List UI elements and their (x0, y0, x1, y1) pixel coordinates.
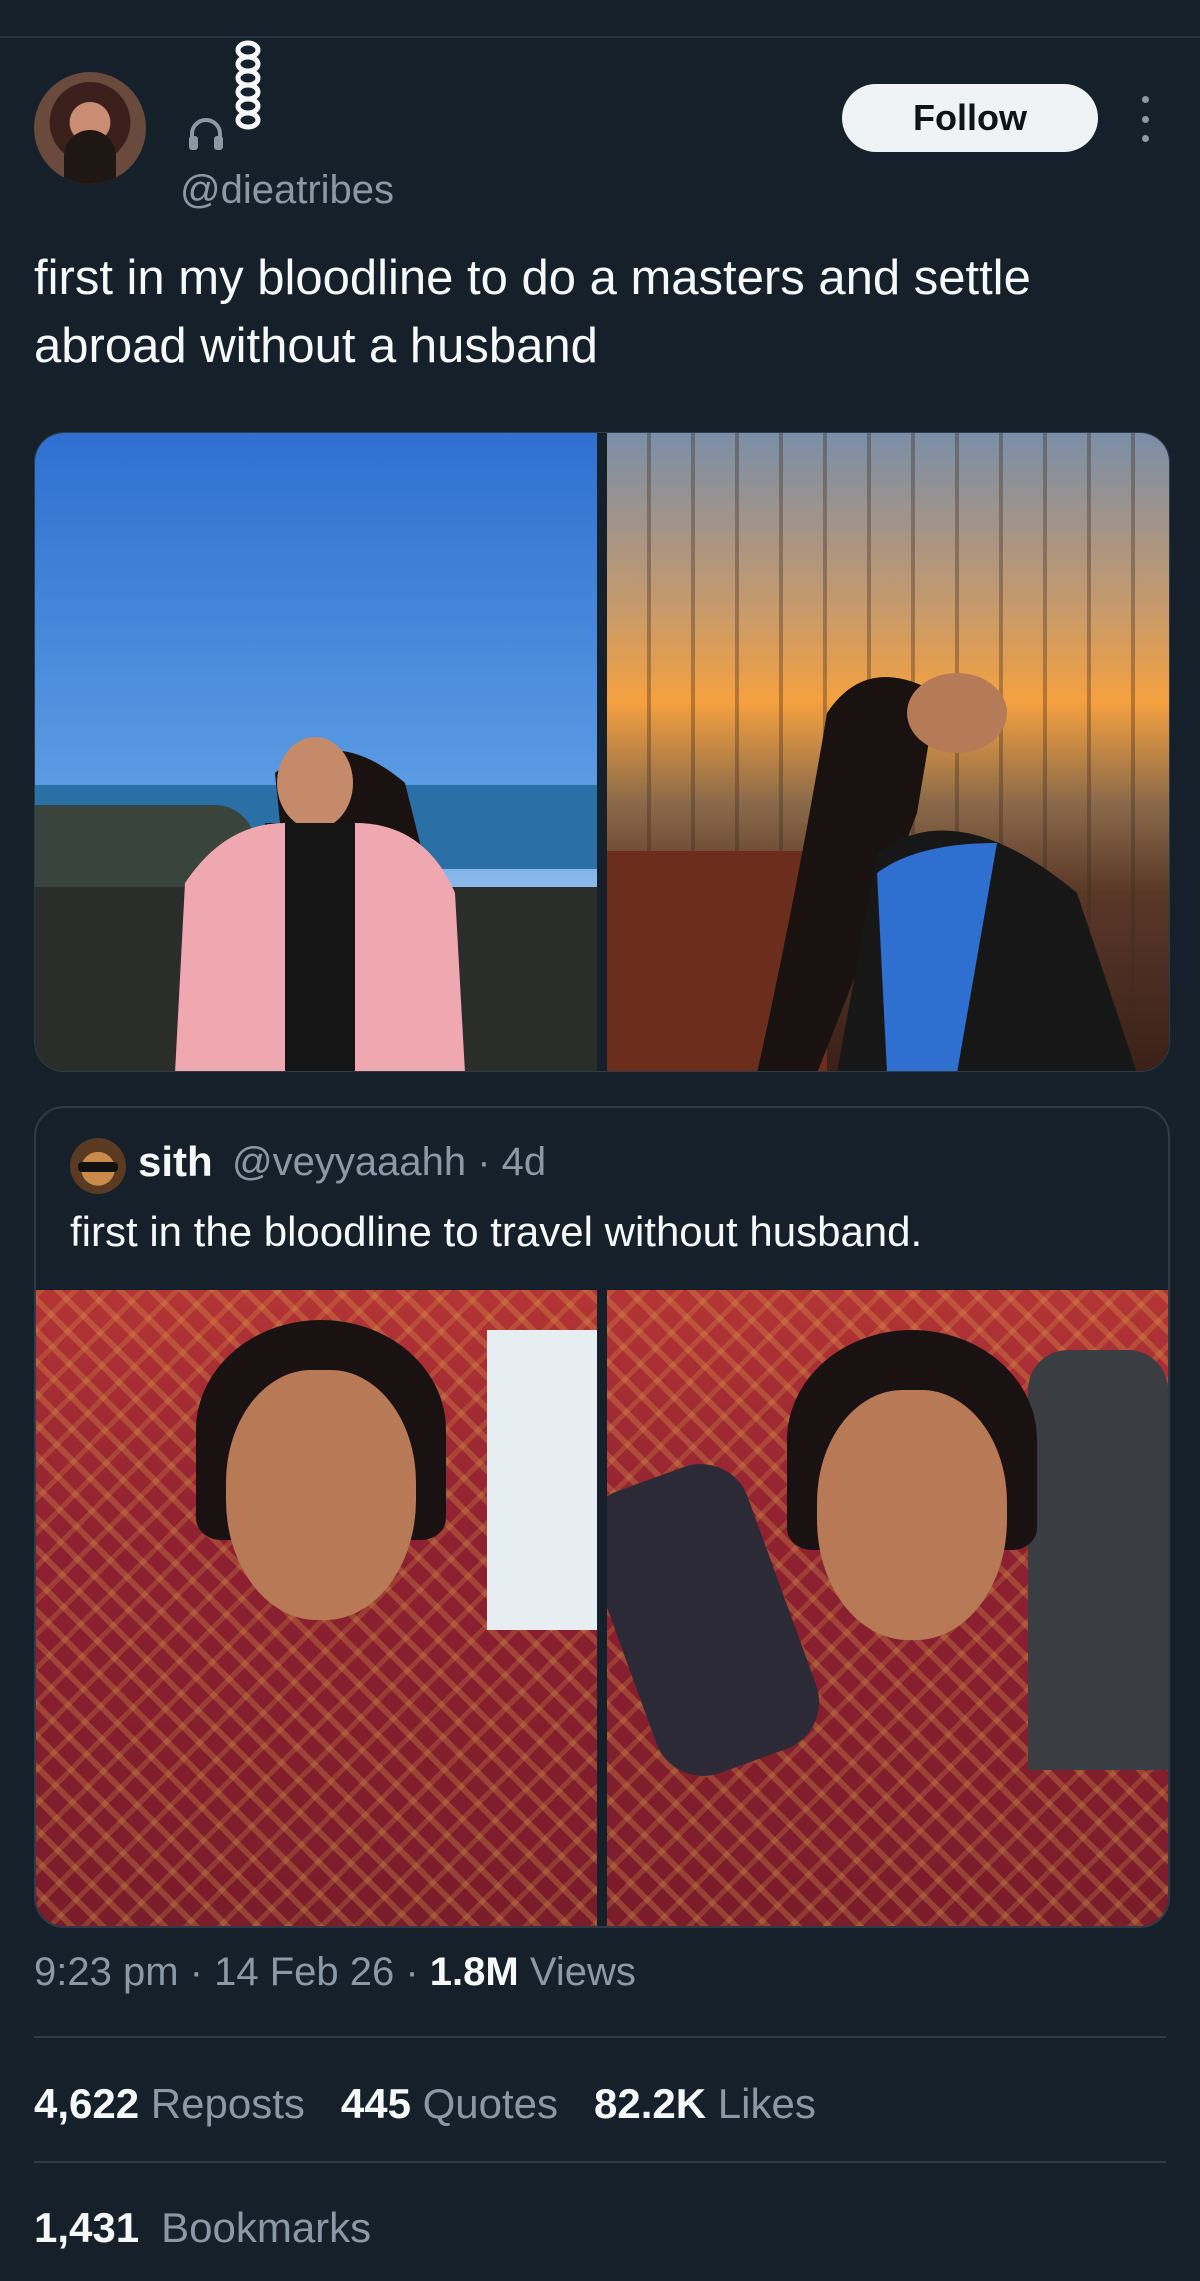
quoted-tweet-media[interactable] (36, 1290, 1168, 1926)
tweet-photo-2[interactable] (607, 433, 1169, 1071)
views-label: Views (529, 1950, 636, 1994)
tweet-media[interactable] (34, 432, 1170, 1072)
tweet-text: first in my bloodline to do a masters an… (34, 251, 1031, 373)
author-avatar[interactable] (34, 72, 146, 184)
bookmarks-count: 1,431 (34, 2204, 140, 2251)
quoted-photo-2[interactable] (607, 1290, 1168, 1926)
author-handle[interactable]: @dieatribes (180, 168, 394, 213)
tweet-photo-1[interactable] (35, 433, 597, 1071)
quoted-tweet-text: first in the bloodline to travel without… (70, 1208, 923, 1255)
quoted-author-meta: @veyyaaahh · 4d (232, 1140, 546, 1185)
quotes-stat[interactable]: 445 Quotes (341, 2080, 558, 2128)
quoted-author-handle[interactable]: @veyyaaahh (232, 1140, 466, 1184)
follow-button[interactable]: Follow (842, 84, 1098, 152)
likes-stat[interactable]: 82.2K Likes (594, 2080, 816, 2128)
meta-separator: · (189, 1950, 215, 1994)
bookmarks-stat[interactable]: 1,431 Bookmarks (34, 2204, 371, 2252)
views-count: 1.8M (429, 1950, 519, 1994)
meta-separator: · (405, 1950, 430, 1994)
quoted-tweet-age: 4d (501, 1140, 547, 1184)
divider (34, 2161, 1166, 2163)
meta-separator: · (477, 1140, 502, 1184)
engagement-stats: 4,622 Reposts 445 Quotes 82.2K Likes (34, 2080, 816, 2128)
top-divider (0, 36, 1200, 38)
quoted-author-name[interactable]: sith (138, 1138, 213, 1186)
quoted-tweet[interactable]: sith @veyyaaahh · 4d first in the bloodl… (34, 1106, 1170, 1928)
quoted-photo-1[interactable] (36, 1290, 597, 1926)
headphones-icon (189, 118, 223, 150)
tweet-date[interactable]: 14 Feb 26 (214, 1950, 394, 1994)
tweet-timestamp: 9:23 pm · 14 Feb 26 · 1.8M Views (34, 1950, 636, 1995)
more-vertical-icon[interactable] (1134, 96, 1156, 142)
reposts-stat[interactable]: 4,622 Reposts (34, 2080, 305, 2128)
divider (34, 2036, 1166, 2038)
bookmarks-label: Bookmarks (161, 2204, 372, 2251)
tweet-time[interactable]: 9:23 pm (34, 1950, 179, 1994)
quoted-author-avatar[interactable] (70, 1138, 126, 1194)
